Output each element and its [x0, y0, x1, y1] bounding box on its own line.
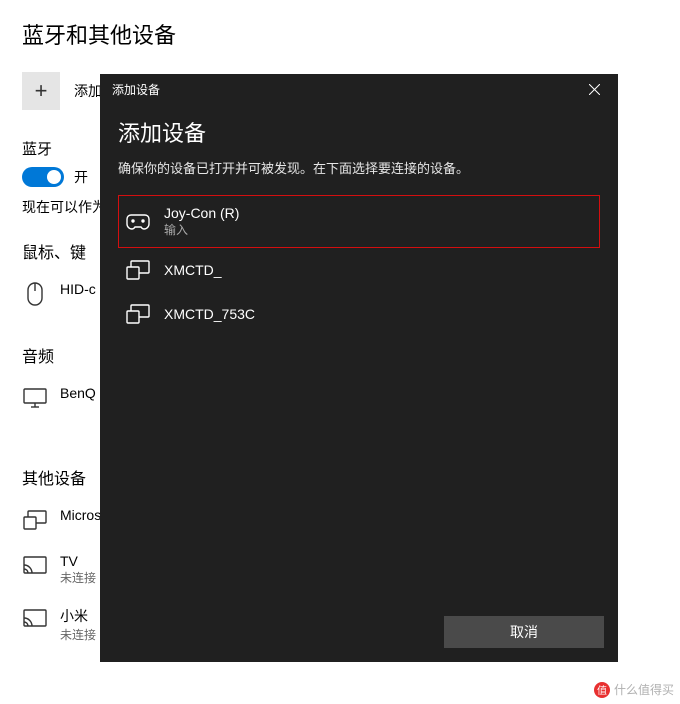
dialog-heading: 添加设备 — [118, 116, 600, 148]
watermark: 值 什么值得买 — [594, 681, 674, 698]
close-button[interactable] — [574, 74, 614, 104]
gamepad-icon — [126, 210, 150, 234]
device-type: 输入 — [164, 221, 239, 238]
device-name: Joy-Con (R) — [164, 205, 239, 221]
device-name: TV — [60, 553, 96, 569]
display-icon — [126, 258, 150, 282]
display-icon — [22, 507, 48, 533]
device-status: 未连接 — [60, 626, 96, 643]
add-device-dialog: 添加设备 添加设备 确保你的设备已打开并可被发现。在下面选择要连接的设备。 Jo… — [100, 74, 618, 662]
mouse-icon — [22, 281, 48, 307]
cast-icon — [22, 606, 48, 632]
add-icon[interactable]: + — [22, 72, 60, 110]
dialog-titlebar: 添加设备 — [100, 74, 618, 104]
device-item-xmctd[interactable]: XMCTD_ — [118, 248, 600, 292]
device-name: 小米 — [60, 606, 96, 626]
dialog-subtitle: 确保你的设备已打开并可被发现。在下面选择要连接的设备。 — [118, 158, 600, 177]
dialog-window-title: 添加设备 — [112, 81, 160, 98]
watermark-badge: 值 — [594, 682, 610, 698]
bluetooth-state: 开 — [74, 167, 88, 187]
device-name: Micros — [60, 507, 101, 523]
device-name: XMCTD_ — [164, 262, 222, 278]
bluetooth-toggle[interactable] — [22, 167, 64, 187]
cancel-button[interactable]: 取消 — [444, 616, 604, 648]
display-icon — [126, 302, 150, 326]
device-item-joycon[interactable]: Joy-Con (R) 输入 — [118, 195, 600, 248]
cast-icon — [22, 553, 48, 579]
watermark-text: 什么值得买 — [614, 681, 674, 698]
device-name: XMCTD_753C — [164, 306, 255, 322]
dialog-footer: 取消 — [100, 602, 618, 662]
discover-list: Joy-Con (R) 输入 XMCTD_ — [118, 195, 600, 336]
device-name: BenQ — [60, 385, 96, 401]
monitor-icon — [22, 385, 48, 411]
device-name: HID-c — [60, 281, 96, 297]
page-title: 蓝牙和其他设备 — [22, 18, 658, 50]
dialog-body: 添加设备 确保你的设备已打开并可被发现。在下面选择要连接的设备。 Joy-Con… — [100, 104, 618, 602]
device-item-xmctd753c[interactable]: XMCTD_753C — [118, 292, 600, 336]
device-status: 未连接 — [60, 569, 96, 586]
